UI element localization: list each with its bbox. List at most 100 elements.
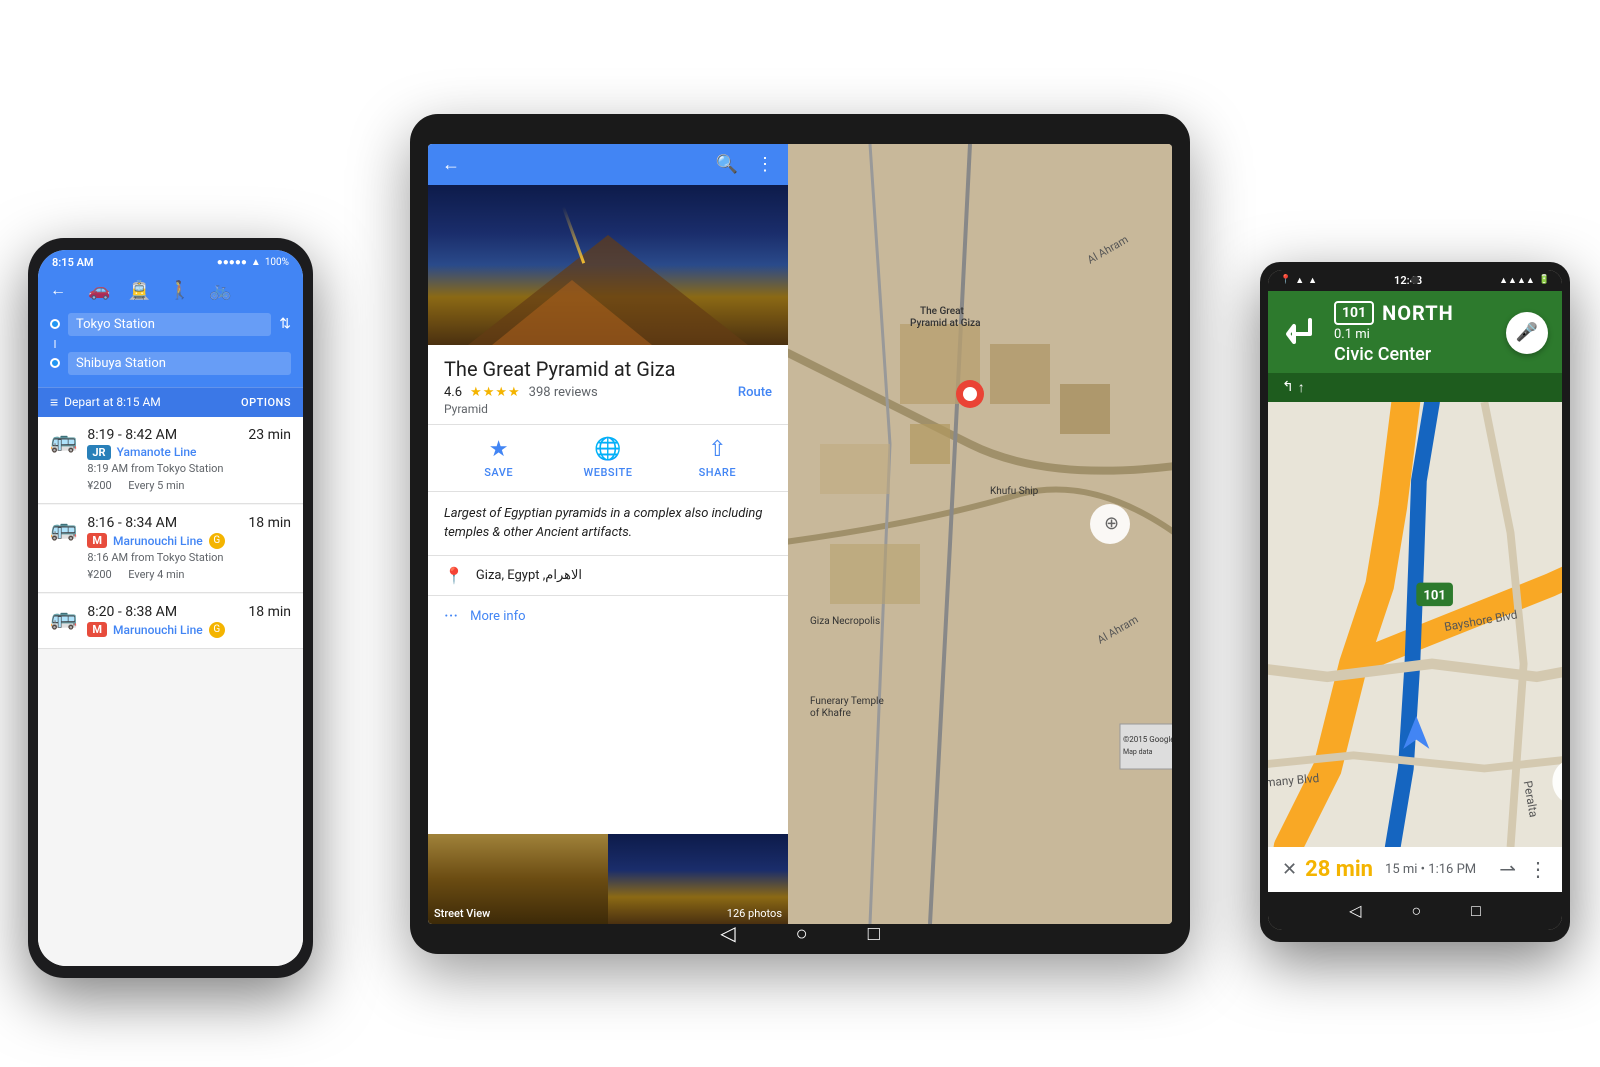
photos-count: 126 photos bbox=[727, 907, 782, 920]
route1-freq: Every 5 min bbox=[128, 479, 184, 492]
website-icon: 🌐 bbox=[594, 437, 621, 462]
street-view-thumb[interactable]: Street View bbox=[428, 834, 608, 924]
mic-button[interactable]: 🎤 bbox=[1506, 312, 1548, 354]
address-text: Giza, Egypt ,الاهرام bbox=[476, 568, 582, 583]
route1-sep bbox=[114, 479, 125, 492]
svg-text:Pyramid at Giza: Pyramid at Giza bbox=[910, 318, 980, 329]
wifi-indicator: ▲ bbox=[1308, 275, 1317, 286]
options-button[interactable]: OPTIONS bbox=[241, 396, 291, 409]
nav-distance: 0.1 mi bbox=[1334, 327, 1496, 342]
more-info-row[interactable]: ··· More info bbox=[428, 596, 788, 637]
location-indicator: 📍 bbox=[1280, 275, 1291, 285]
iphone-status-bar: 8:15 AM ●●●●● ▲ 100% bbox=[38, 250, 303, 272]
tablet-device: ← 🔍 ⋮ The Great Pyramid at Giza bbox=[410, 114, 1190, 954]
route1-times: 8:19 - 8:42 AM bbox=[87, 427, 177, 443]
sub-direction-bar: ↰ ↑ bbox=[1268, 373, 1562, 402]
iphone-indicators: ●●●●● ▲ 100% bbox=[217, 257, 289, 268]
nav-direction-header: 101 NORTH 0.1 mi Civic Center 🎤 bbox=[1268, 291, 1562, 373]
place-hero-image bbox=[428, 185, 788, 345]
place-name: The Great Pyramid at Giza bbox=[444, 357, 772, 381]
svg-text:Funerary Temple: Funerary Temple bbox=[810, 696, 884, 707]
route3-line-name: Marunouchi Line bbox=[113, 623, 203, 637]
transit-mode-icon[interactable]: 🚊 bbox=[128, 280, 150, 301]
main-scene: ← 🔍 ⋮ The Great Pyramid at Giza bbox=[0, 0, 1600, 1067]
more-info-text: More info bbox=[470, 609, 525, 624]
share-label: SHARE bbox=[699, 466, 737, 479]
photos-thumb[interactable]: 126 photos bbox=[608, 834, 788, 924]
nav-eta-bar: ✕ 28 min 15 mi • 1:16 PM ⇀ ⋮ bbox=[1268, 847, 1562, 892]
action-buttons-row: ★ SAVE 🌐 WEBSITE ⇧ SHARE bbox=[428, 425, 788, 492]
svg-text:Khufu Ship: Khufu Ship bbox=[990, 485, 1039, 497]
route1-line-name: Yamanote Line bbox=[117, 445, 197, 459]
from-station[interactable]: Tokyo Station bbox=[68, 313, 271, 336]
to-station[interactable]: Shibuya Station bbox=[68, 352, 291, 375]
android-navbar: ◁ ○ □ bbox=[1268, 892, 1562, 930]
car-mode-icon[interactable]: 🚗 bbox=[88, 280, 110, 301]
to-station-row: Shibuya Station bbox=[50, 348, 291, 379]
tablet-search-icon[interactable]: 🔍 bbox=[716, 154, 738, 175]
route3-times: 8:20 - 8:38 AM bbox=[87, 604, 177, 620]
place-reviews: 398 reviews bbox=[529, 385, 598, 400]
miles-text: 15 mi bbox=[1385, 862, 1417, 877]
transit-route-3[interactable]: 🚌 8:20 - 8:38 AM 18 min M Marunouchi Lin… bbox=[38, 594, 303, 649]
depart-row: ≡ Depart at 8:15 AM OPTIONS bbox=[38, 387, 303, 417]
route2-price-freq: ¥200 Every 4 min bbox=[87, 566, 291, 582]
route1-from: 8:19 AM from Tokyo Station bbox=[87, 462, 291, 475]
android-signal: ▲▲▲▲ bbox=[1499, 275, 1535, 286]
more-dots-icon: ··· bbox=[444, 606, 458, 627]
svg-text:⊕: ⊕ bbox=[1104, 513, 1119, 534]
save-action-button[interactable]: ★ SAVE bbox=[444, 437, 553, 479]
tablet-nav-home[interactable]: ○ bbox=[796, 921, 808, 946]
walk-mode-icon[interactable]: 🚶 bbox=[169, 280, 191, 301]
highway-number: 101 bbox=[1342, 305, 1366, 321]
route-options-icon[interactable]: ⇀ bbox=[1499, 857, 1516, 881]
share-action-button[interactable]: ⇧ SHARE bbox=[663, 437, 772, 479]
route2-line-name: Marunouchi Line bbox=[113, 534, 203, 548]
signal-indicator: ▲ bbox=[1295, 275, 1304, 286]
svg-text:Map data: Map data bbox=[1123, 748, 1153, 756]
save-label: SAVE bbox=[484, 466, 513, 479]
tablet-nav-recent[interactable]: □ bbox=[868, 921, 880, 946]
signal-icon: ▲ bbox=[251, 257, 261, 268]
depart-text: Depart at 8:15 AM bbox=[64, 395, 161, 409]
route2-times: 8:16 - 8:34 AM bbox=[87, 515, 177, 531]
street-view-label: Street View bbox=[434, 907, 490, 920]
svg-text:©2015 Google: ©2015 Google bbox=[1123, 735, 1172, 744]
route1-line-badge: JR bbox=[87, 445, 110, 460]
android-battery: 🔋 bbox=[1539, 275, 1550, 285]
swap-stations-icon[interactable]: ⇅ bbox=[279, 316, 291, 332]
close-nav-button[interactable]: ✕ bbox=[1282, 859, 1297, 880]
android-home-icon[interactable]: ○ bbox=[1411, 901, 1421, 921]
from-dot bbox=[50, 319, 60, 329]
wifi-icon: ●●●●● bbox=[217, 257, 247, 268]
to-dot bbox=[50, 358, 60, 368]
website-action-button[interactable]: 🌐 WEBSITE bbox=[553, 437, 662, 479]
route2-sep bbox=[114, 568, 125, 581]
android-device: 📍 ▲ ▲ 12:48 ▲▲▲▲ 🔋 bbox=[1260, 262, 1570, 942]
tablet-back-icon[interactable]: ← bbox=[442, 154, 460, 175]
share-icon: ⇧ bbox=[708, 437, 726, 462]
android-right-indicators: ▲▲▲▲ 🔋 bbox=[1499, 275, 1550, 286]
transit-back-button[interactable]: ← bbox=[50, 280, 66, 300]
location-pin-icon: 📍 bbox=[444, 566, 464, 585]
website-label: WEBSITE bbox=[584, 466, 633, 479]
transit-route-2[interactable]: 🚌 8:16 - 8:34 AM 18 min M Marunouchi Lin… bbox=[38, 505, 303, 593]
svg-text:of Khafre: of Khafre bbox=[810, 707, 851, 719]
tablet-nav-back[interactable]: ◁ bbox=[720, 921, 735, 946]
transit-route-1[interactable]: 🚌 8:19 - 8:42 AM 23 min JR Yamanote Line… bbox=[38, 417, 303, 504]
more-options-icon[interactable]: ⋮ bbox=[1528, 857, 1548, 881]
route-button[interactable]: Route bbox=[738, 385, 772, 400]
transit-results: 🚌 8:19 - 8:42 AM 23 min JR Yamanote Line… bbox=[38, 417, 303, 966]
android-camera bbox=[1411, 276, 1419, 284]
address-row: 📍 Giza, Egypt ,الاهرام bbox=[428, 556, 788, 596]
place-info-section: The Great Pyramid at Giza 4.6 ★★★★ 398 r… bbox=[428, 345, 788, 425]
tablet-more-icon[interactable]: ⋮ bbox=[756, 154, 774, 175]
filter-icon: ≡ bbox=[50, 394, 58, 411]
transit-icon-3: 🚌 bbox=[50, 606, 77, 631]
bike-mode-icon[interactable]: 🚲 bbox=[209, 280, 231, 301]
route3-g-badge: G bbox=[209, 622, 225, 638]
nav-destination: Civic Center bbox=[1334, 344, 1496, 365]
route2-freq: Every 4 min bbox=[128, 568, 184, 581]
android-back-icon[interactable]: ◁ bbox=[1349, 901, 1361, 920]
android-recent-icon[interactable]: □ bbox=[1471, 901, 1481, 921]
